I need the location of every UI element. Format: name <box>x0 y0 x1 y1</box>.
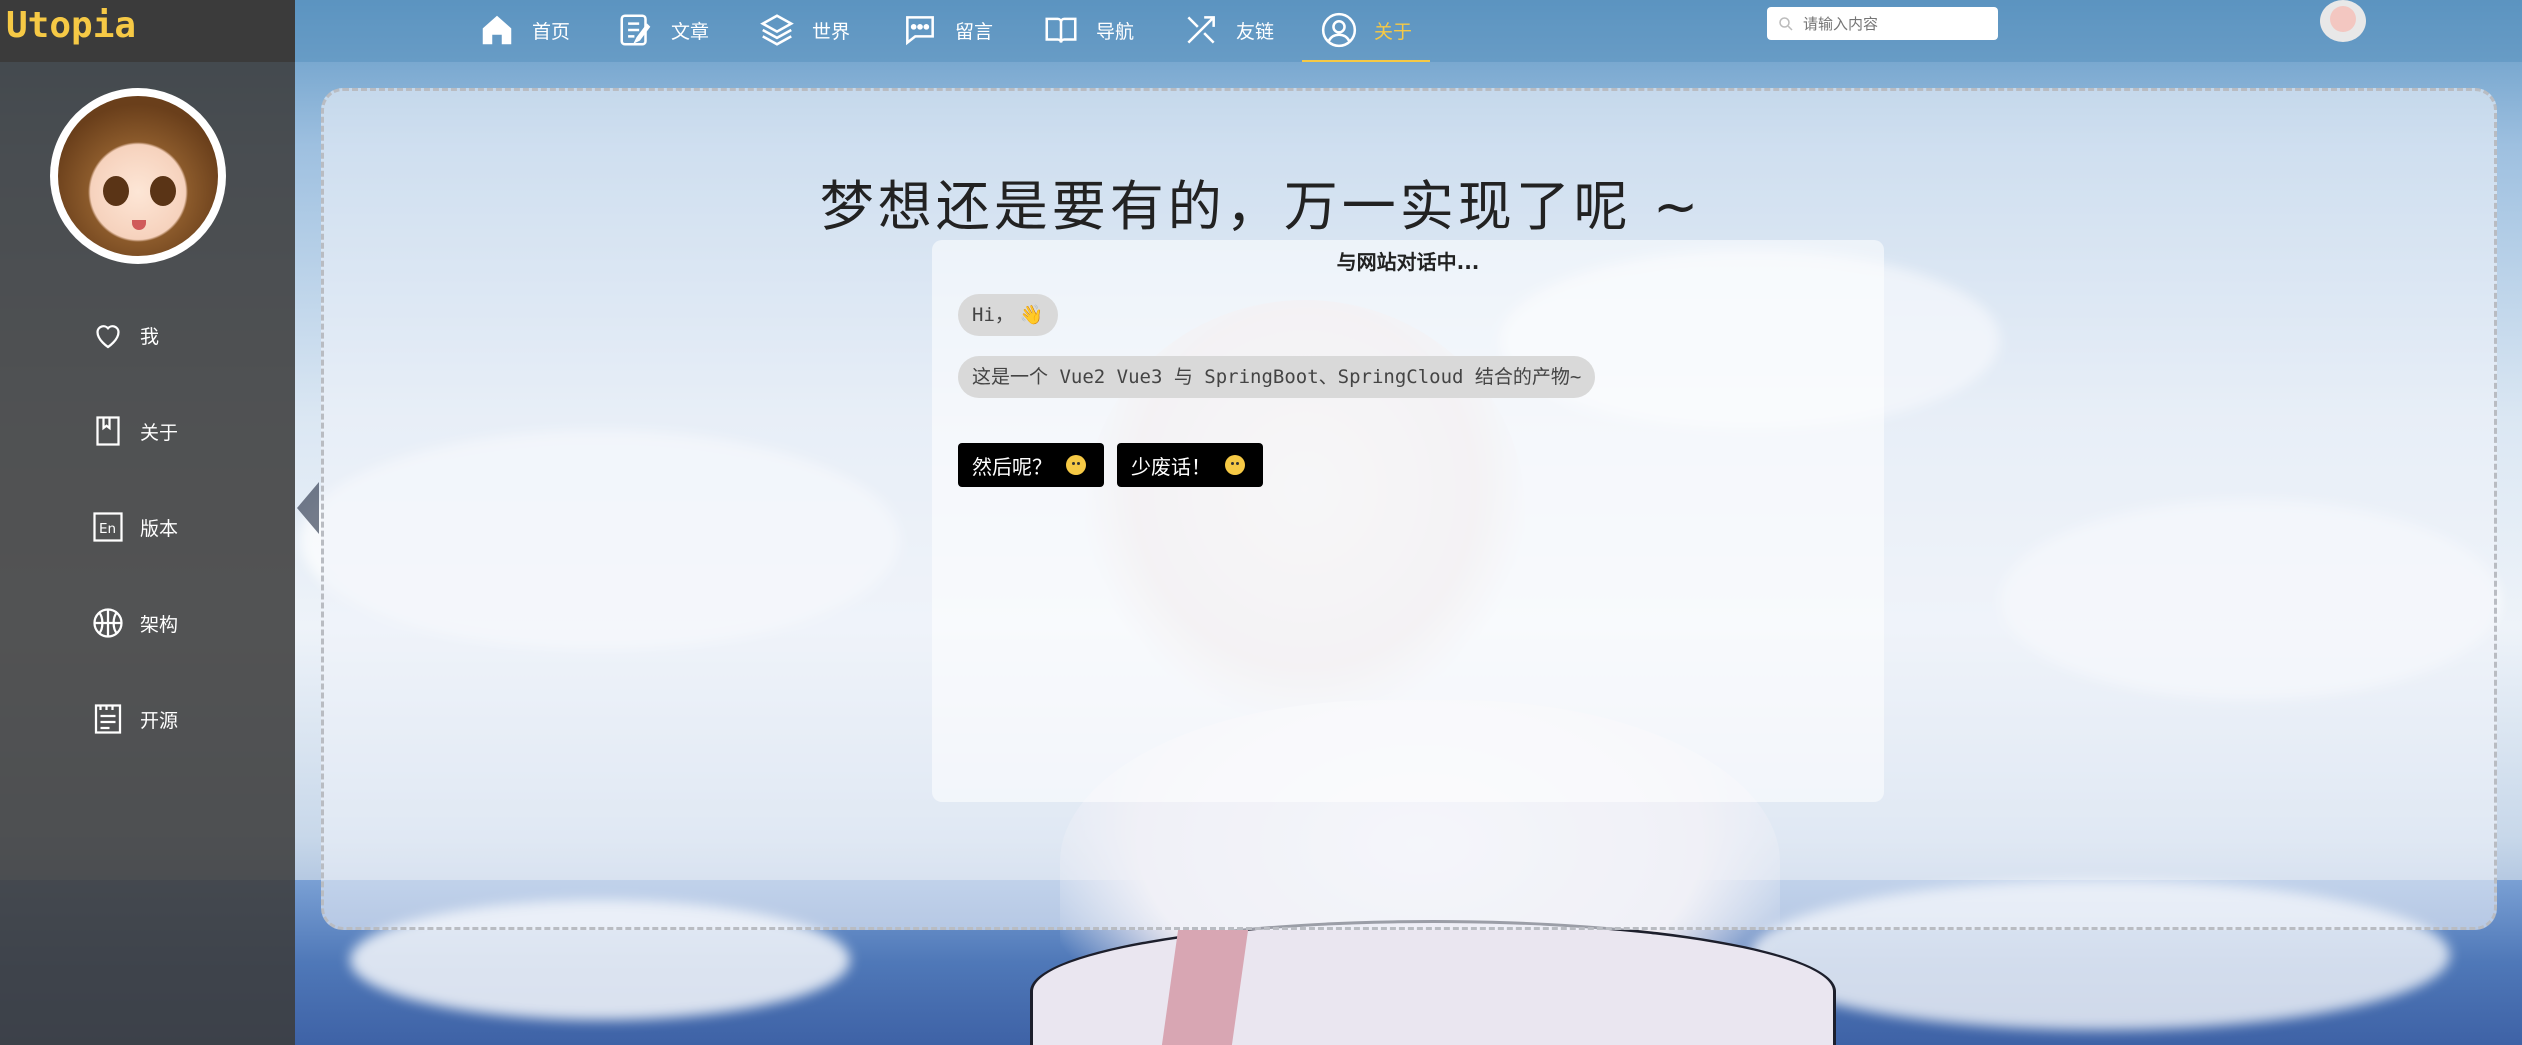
nav-item-label: 关于 <box>1374 20 1413 43</box>
notebook-icon <box>94 704 122 734</box>
nav-item-label: 首页 <box>532 20 571 43</box>
nav-item-label: 友链 <box>1236 20 1275 43</box>
sidebar-collapse-toggle[interactable] <box>297 482 319 534</box>
home-icon <box>482 15 512 45</box>
page-headline: 梦想还是要有的，万一实现了呢 ~ <box>819 175 1703 238</box>
sidebar-item-architecture[interactable]: 架构 <box>90 598 178 648</box>
chat-bubble: 这是一个 Vue2 Vue3 与 SpringBoot、SpringCloud … <box>958 356 1596 398</box>
message-icon <box>906 16 934 46</box>
smirk-emoji-icon <box>1225 455 1245 475</box>
open-book-icon <box>1045 17 1077 43</box>
chat-message: 这是一个 Vue2 Vue3 与 SpringBoot、SpringCloud … <box>972 366 1582 388</box>
search-box[interactable] <box>1767 7 1998 40</box>
nav-item-label: 留言 <box>955 20 994 43</box>
top-navigation: 首页 文章 世界 留言 导航 友链 关于 <box>295 0 2522 62</box>
waving-hand-icon: 👋 <box>1019 304 1044 326</box>
heart-icon <box>96 325 120 349</box>
nav-item-world[interactable]: 世界 <box>758 0 850 60</box>
brand-logo[interactable]: Utopia <box>0 0 295 62</box>
user-circle-icon <box>1321 12 1357 48</box>
sidebar-item-label: 版本 <box>140 517 179 540</box>
chat-window: 与网站对话中... Hi， 👋 这是一个 Vue2 Vue3 与 SpringBo… <box>932 240 1884 802</box>
sidebar-item-label: 关于 <box>140 421 179 444</box>
nav-item-articles[interactable]: 文章 <box>617 0 709 60</box>
search-icon <box>1779 16 1793 31</box>
nav-item-label: 导航 <box>1096 20 1135 43</box>
sidebar-item-me[interactable]: 我 <box>90 310 159 360</box>
svg-text:En: En <box>99 521 116 537</box>
chat-title: 与网站对话中... <box>1336 250 1480 274</box>
nav-item-messages[interactable]: 留言 <box>901 0 993 60</box>
smile-emoji-icon <box>1066 455 1086 475</box>
sidebar: Utopia 我 关于 En 版本 架构 开源 <box>0 0 295 1045</box>
nav-item-home[interactable]: 首页 <box>478 0 570 60</box>
layers-icon <box>760 14 794 46</box>
user-avatar[interactable] <box>2320 0 2366 42</box>
basketball-icon <box>93 608 123 638</box>
nav-item-label: 文章 <box>671 20 710 43</box>
chat-bubble: Hi， 👋 <box>958 294 1058 336</box>
nav-item-label: 世界 <box>812 20 851 43</box>
button-label: 然后呢？ <box>972 454 1052 479</box>
nav-item-about[interactable]: 关于 <box>1302 0 1431 62</box>
sidebar-item-about[interactable]: 关于 <box>90 406 178 456</box>
sidebar-item-label: 我 <box>140 325 160 348</box>
nav-item-navigation[interactable]: 导航 <box>1042 0 1134 60</box>
then-what-button[interactable]: 然后呢？ <box>958 443 1104 487</box>
sidebar-item-label: 架构 <box>140 613 179 636</box>
sidebar-item-opensource[interactable]: 开源 <box>90 694 178 744</box>
nav-item-links[interactable]: 友链 <box>1182 0 1274 60</box>
book-icon <box>96 416 120 446</box>
edit-icon <box>620 14 651 46</box>
sidebar-item-label: 开源 <box>140 709 179 732</box>
sidebar-item-version[interactable]: En 版本 <box>90 502 178 552</box>
chat-message: Hi， <box>972 304 1014 326</box>
skip-button[interactable]: 少废话！ <box>1117 443 1263 487</box>
button-label: 少废话！ <box>1131 454 1211 479</box>
tools-icon <box>1187 16 1215 44</box>
en-icon: En <box>93 512 123 542</box>
search-input[interactable] <box>1801 13 1985 34</box>
user-avatar-face <box>2330 6 2356 32</box>
